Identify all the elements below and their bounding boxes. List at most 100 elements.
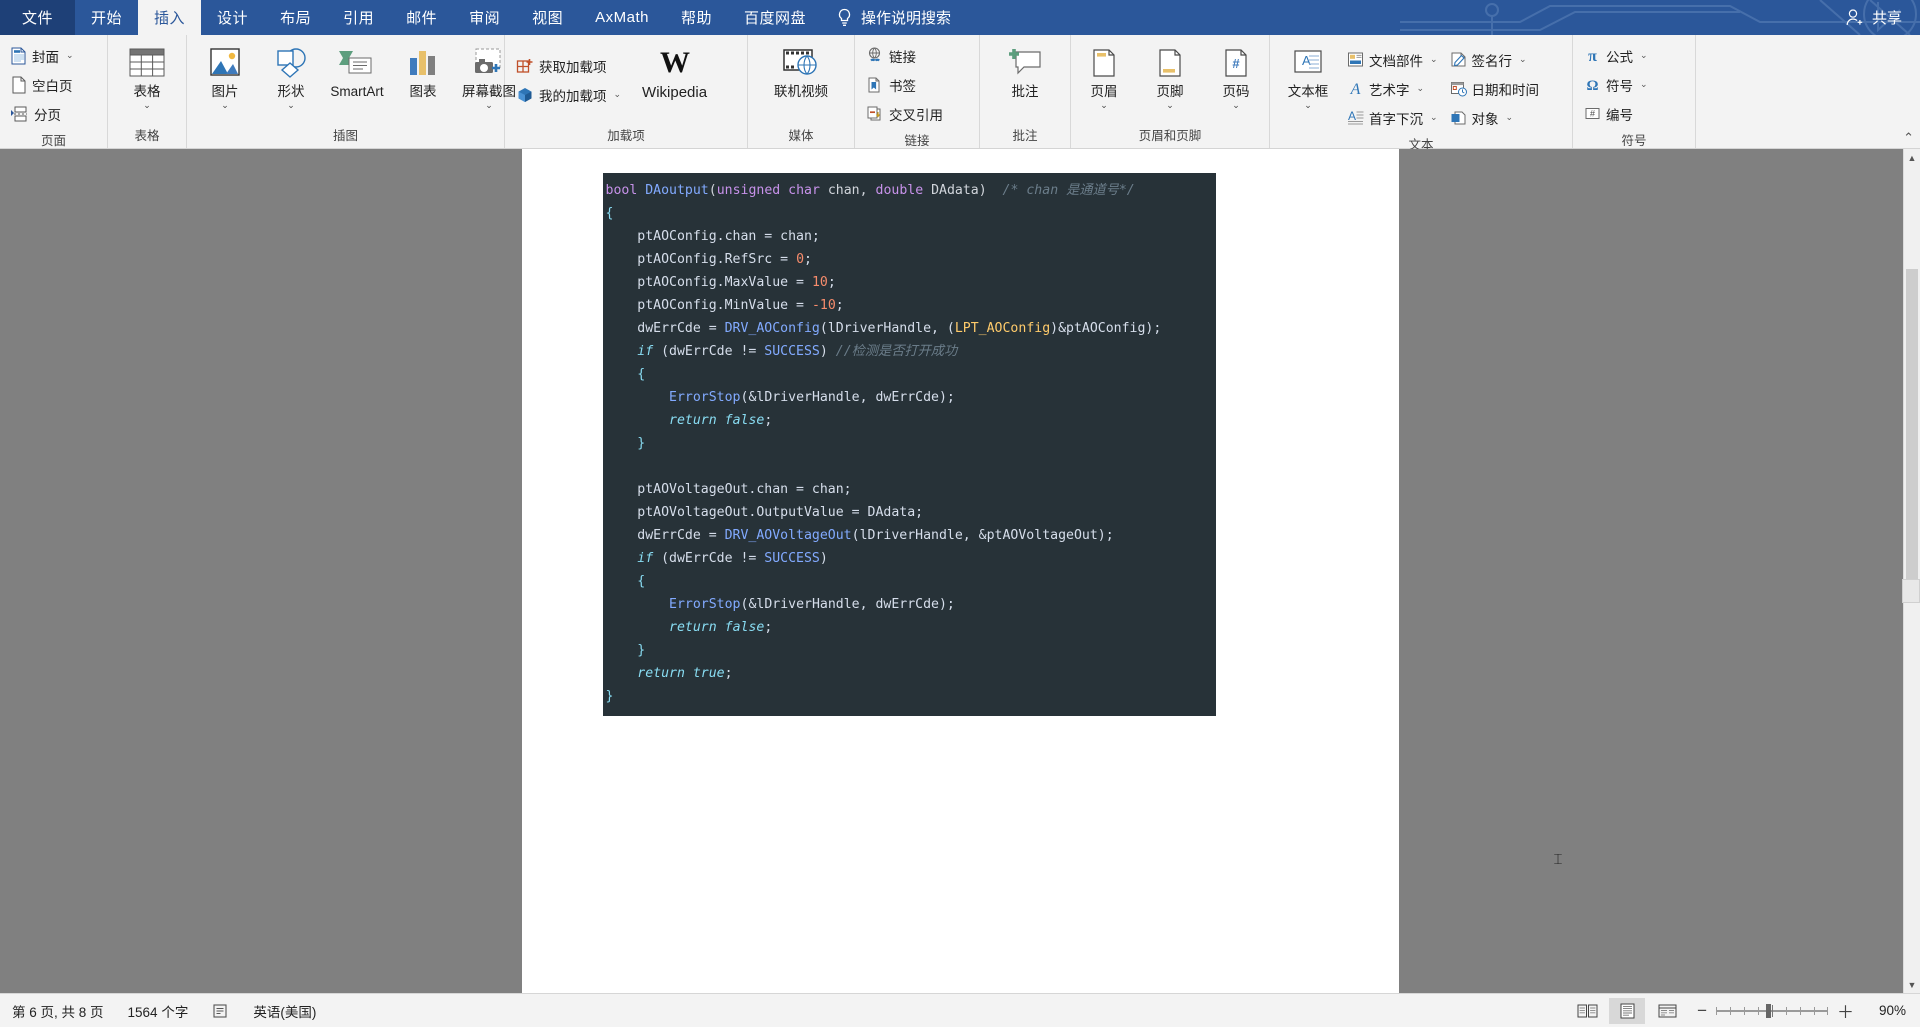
zoom-out-button[interactable]: − — [1697, 1001, 1707, 1021]
chevron-down-icon[interactable]: ⌄ — [1506, 112, 1514, 123]
ribbon-button-wikipedia[interactable]: W Wikipedia — [636, 41, 713, 104]
ribbon-button-signature-line[interactable]: 签名行 ⌄ — [1445, 45, 1545, 74]
chevron-down-icon[interactable]: ⌄ — [221, 100, 229, 109]
code-token: (&lDriverHandle, dwErrCde); — [740, 597, 955, 612]
view-print-layout[interactable] — [1609, 997, 1646, 1024]
zoom-level[interactable]: 90% — [1864, 1003, 1920, 1018]
scroll-up-arrow[interactable]: ▲ — [1904, 149, 1920, 166]
tell-me-search[interactable]: 操作说明搜索 — [822, 0, 965, 35]
ribbon-group-text: A 文本框 ⌄ 文档部件 ⌄ A 艺术字 ⌄ A 首字下沉 ⌄ 签名行 ⌄ 日期… — [1270, 35, 1573, 152]
ribbon-button-symbol[interactable]: Ω 符号 ⌄ — [1579, 70, 1653, 99]
ribbon-button-header[interactable]: 页眉 ⌄ — [1072, 41, 1136, 111]
split-window-handle[interactable] — [1902, 579, 1920, 603]
chevron-down-icon[interactable]: ⌄ — [1640, 79, 1648, 90]
ribbon-button-date-time[interactable]: 日期和时间 — [1445, 74, 1545, 103]
view-read-mode[interactable] — [1569, 998, 1605, 1024]
tab-review-label: 审阅 — [469, 10, 501, 27]
proofing-status[interactable] — [200, 1003, 241, 1019]
code-token: 10 — [811, 275, 828, 290]
ribbon-button-blank-page[interactable]: 空白页 — [6, 70, 78, 99]
tab-insert[interactable]: 插入 — [138, 0, 202, 35]
tab-layout[interactable]: 布局 — [264, 0, 327, 35]
collapse-ribbon-button[interactable]: ⌃ — [1903, 130, 1914, 146]
zoom-slider-thumb[interactable] — [1766, 1003, 1771, 1018]
chevron-down-icon[interactable]: ⌄ — [1430, 54, 1438, 65]
object-icon — [1451, 111, 1466, 125]
chevron-down-icon[interactable]: ⌄ — [1166, 100, 1174, 109]
document-page[interactable]: bool DAoutput(unsigned char chan, double… — [521, 149, 1563, 993]
tab-help[interactable]: 帮助 — [665, 0, 728, 35]
ribbon-button-new-comment[interactable]: 批注 — [993, 41, 1057, 102]
ribbon-button-object[interactable]: 对象 ⌄ — [1445, 103, 1545, 132]
ribbon-button-bookmark[interactable]: 书签 — [861, 70, 921, 99]
ribbon-button-page-break[interactable]: 分页 — [6, 99, 66, 128]
language-indicator[interactable]: 英语(美国) — [241, 1001, 328, 1021]
ribbon-button-shapes[interactable]: 形状 ⌄ — [259, 41, 323, 111]
ribbon-button-table[interactable]: 表格 ⌄ — [115, 41, 179, 111]
code-token: ptAOConfig.MaxValue = — [605, 275, 812, 290]
ribbon-button-drop-cap[interactable]: A 首字下沉 ⌄ — [1342, 103, 1443, 132]
chevron-down-icon[interactable]: ⌄ — [1519, 54, 1527, 65]
online-video-label: 联机视频 — [774, 84, 828, 99]
ribbon-button-online-video[interactable]: 联机视频 — [768, 41, 834, 102]
chevron-down-icon[interactable]: ⌄ — [614, 89, 622, 100]
ribbon-button-text-box[interactable]: A 文本框 ⌄ — [1276, 41, 1340, 111]
chevron-down-icon[interactable]: ⌄ — [1640, 50, 1648, 61]
vertical-scrollbar[interactable]: ▲ ▼ — [1903, 149, 1920, 993]
tab-file[interactable]: 文件 — [0, 0, 76, 35]
chevron-down-icon[interactable]: ⌄ — [143, 100, 151, 109]
tab-design[interactable]: 设计 — [201, 0, 264, 35]
code-block[interactable]: bool DAoutput(unsigned char chan, double… — [602, 173, 1216, 716]
tab-references[interactable]: 引用 — [327, 0, 390, 35]
chevron-down-icon[interactable]: ⌄ — [1232, 100, 1240, 109]
chevron-down-icon[interactable]: ⌄ — [287, 100, 295, 109]
ribbon-group-header-footer: 页眉 ⌄ 页脚 ⌄ # 页码 ⌄ 页眉和页脚 — [1071, 35, 1270, 148]
ribbon-button-chart[interactable]: 图表 — [391, 41, 455, 102]
ribbon-button-link[interactable]: 链接 — [861, 41, 921, 70]
code-token: LPT_AOConfig — [954, 321, 1051, 336]
ribbon-button-footer[interactable]: 页脚 ⌄ — [1138, 41, 1202, 111]
tab-view[interactable]: 视图 — [516, 0, 579, 35]
ribbon-button-smartart[interactable]: SmartArt — [325, 41, 389, 102]
zoom-in-button[interactable]: ＋ — [1837, 998, 1854, 1023]
ribbon-group-pages: 封面 ⌄ 空白页 分页 页面 — [0, 35, 108, 148]
tab-home-label: 开始 — [91, 10, 123, 27]
tab-baidu-netdisk[interactable]: 百度网盘 — [728, 0, 822, 35]
chevron-down-icon[interactable]: ⌄ — [66, 50, 74, 61]
zoom-slider[interactable] — [1716, 1003, 1828, 1018]
ribbon-button-pictures[interactable]: 图片 ⌄ — [193, 41, 257, 111]
wordart-label: 艺术字 — [1369, 82, 1410, 98]
chevron-down-icon[interactable]: ⌄ — [485, 100, 493, 109]
ribbon-button-page-number[interactable]: # 页码 ⌄ — [1204, 41, 1268, 111]
ribbon-button-wordart[interactable]: A 艺术字 ⌄ — [1342, 74, 1443, 103]
equation-label: 公式 — [1606, 49, 1633, 65]
tab-axmath[interactable]: AxMath — [579, 0, 665, 35]
tab-mailings[interactable]: 邮件 — [390, 0, 453, 35]
chevron-down-icon[interactable]: ⌄ — [1430, 112, 1438, 123]
chevron-down-icon[interactable]: ⌄ — [1100, 100, 1108, 109]
ribbon-button-cross-reference[interactable]: 交叉引用 — [861, 99, 948, 128]
code-token: ; — [804, 252, 812, 267]
scroll-down-arrow[interactable]: ▼ — [1904, 976, 1920, 993]
word-count[interactable]: 1564 个字 — [116, 1001, 201, 1021]
share-button[interactable]: 共享 — [1845, 0, 1902, 35]
wordart-icon: A — [1350, 81, 1361, 97]
scroll-thumb[interactable] — [1906, 269, 1918, 599]
view-web-layout[interactable] — [1649, 998, 1685, 1024]
ribbon-button-my-addins[interactable]: 我的加载项 ⌄ — [511, 80, 626, 109]
chevron-down-icon[interactable]: ⌄ — [1417, 83, 1425, 94]
ribbon-button-number[interactable]: # 编号 — [1579, 99, 1638, 128]
ribbon-button-cover-page[interactable]: 封面 ⌄ — [6, 41, 79, 70]
ribbon-button-get-addins[interactable]: 获取加载项 — [511, 51, 626, 80]
code-token: ; — [764, 620, 773, 635]
chevron-down-icon[interactable]: ⌄ — [1304, 100, 1312, 109]
code-token: } — [605, 689, 614, 704]
tab-home[interactable]: 开始 — [75, 0, 138, 35]
ribbon-button-equation[interactable]: π 公式 ⌄ — [1579, 41, 1653, 70]
tab-review[interactable]: 审阅 — [453, 0, 516, 35]
previous-paragraph-faint — [602, 149, 1339, 152]
page-indicator[interactable]: 第 6 页, 共 8 页 — [0, 1001, 116, 1021]
ribbon-button-quick-parts[interactable]: 文档部件 ⌄ — [1342, 45, 1443, 74]
ribbon-group-media-label: 媒体 — [788, 129, 814, 143]
titlebar-decoration — [1400, 0, 1920, 35]
